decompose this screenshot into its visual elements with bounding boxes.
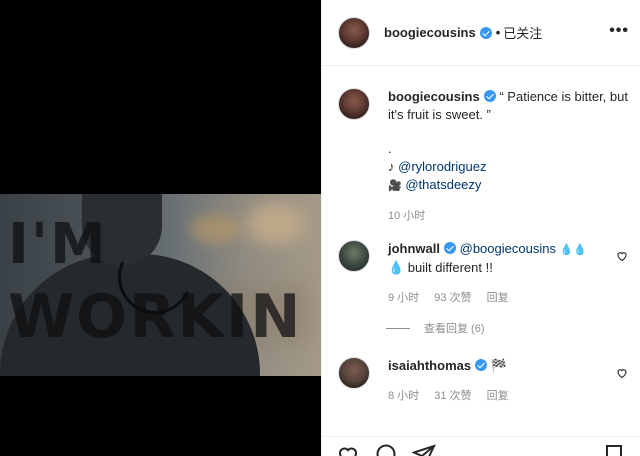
username-link[interactable]: boogiecousins <box>384 25 476 40</box>
comment-meta: 9 小时 93 次赞 回复 <box>388 289 610 307</box>
comment-emoji: 💧💧 <box>559 244 587 256</box>
mention-link[interactable]: @rylorodriguez <box>398 159 486 174</box>
credit-line-camera: 🎥 @thatsdeezy <box>388 176 628 195</box>
comment-username-link[interactable]: johnwall <box>388 241 440 256</box>
mention-link[interactable]: @boogiecousins <box>460 241 556 256</box>
reply-button[interactable]: 回复 <box>487 292 509 304</box>
comment-likes[interactable]: 31 次赞 <box>434 390 471 402</box>
overlay-text-line1: I'M <box>8 212 108 277</box>
post-media[interactable]: I'M WORKIN <box>0 0 321 456</box>
checkered-flag-icon: 🏁 <box>490 358 507 373</box>
camera-icon: 🎥 <box>388 180 402 192</box>
more-options-icon[interactable]: ••• <box>609 22 629 40</box>
share-icon[interactable] <box>411 443 436 456</box>
heart-icon[interactable] <box>616 367 628 379</box>
comment-time: 8 小时 <box>388 390 420 402</box>
verified-badge-icon <box>444 242 456 254</box>
comment-username-link[interactable]: isaiahthomas <box>388 358 471 373</box>
comment: isaiahthomas 🏁 8 小时 31 次赞 回复 <box>338 357 628 405</box>
credit-line-music: ♪ @rylorodriguez <box>388 158 628 176</box>
music-note-icon: ♪ <box>388 159 395 174</box>
replies-divider <box>386 327 410 329</box>
video-frame: I'M WORKIN <box>0 194 321 376</box>
heart-icon[interactable] <box>336 443 360 456</box>
background-light <box>245 204 305 244</box>
separator-dot: • <box>495 25 501 40</box>
verified-badge-icon <box>475 359 488 371</box>
background-light <box>190 214 240 244</box>
mention-link[interactable]: @thatsdeezy <box>405 177 481 192</box>
comment-text: 💧 built different !! <box>388 260 493 275</box>
caption-username-link[interactable]: boogiecousins <box>388 89 480 104</box>
comment-time: 9 小时 <box>388 292 420 304</box>
reply-button[interactable]: 回复 <box>487 390 509 402</box>
comment-likes[interactable]: 93 次赞 <box>434 292 471 304</box>
verified-badge-icon <box>483 90 496 102</box>
avatar[interactable] <box>338 16 370 49</box>
bookmark-icon[interactable] <box>602 443 626 456</box>
post-header: boogiecousins • 已关注 ••• <box>322 0 640 66</box>
comment: johnwall @boogiecousins 💧💧 💧 built diffe… <box>338 240 628 307</box>
caption: boogiecousins “ Patience is bitter, but … <box>338 88 628 225</box>
follow-status-button[interactable]: 已关注 <box>503 23 542 42</box>
avatar[interactable] <box>338 357 370 389</box>
action-bar <box>322 436 640 456</box>
comment-icon[interactable] <box>374 443 398 456</box>
view-replies-label: 查看回复 (6) <box>424 323 485 335</box>
avatar[interactable] <box>338 240 370 272</box>
comment-meta: 8 小时 31 次赞 回复 <box>388 387 610 405</box>
view-replies-button[interactable]: 查看回复 (6) <box>386 320 485 336</box>
header-user: boogiecousins • 已关注 <box>384 23 542 42</box>
caption-time: 10 小时 <box>388 210 426 222</box>
avatar[interactable] <box>338 88 370 120</box>
caption-dot: . <box>388 141 392 156</box>
heart-icon[interactable] <box>616 250 628 262</box>
verified-badge-icon <box>479 26 492 39</box>
post-side-panel: boogiecousins • 已关注 ••• boogiecousins “ … <box>321 0 640 456</box>
